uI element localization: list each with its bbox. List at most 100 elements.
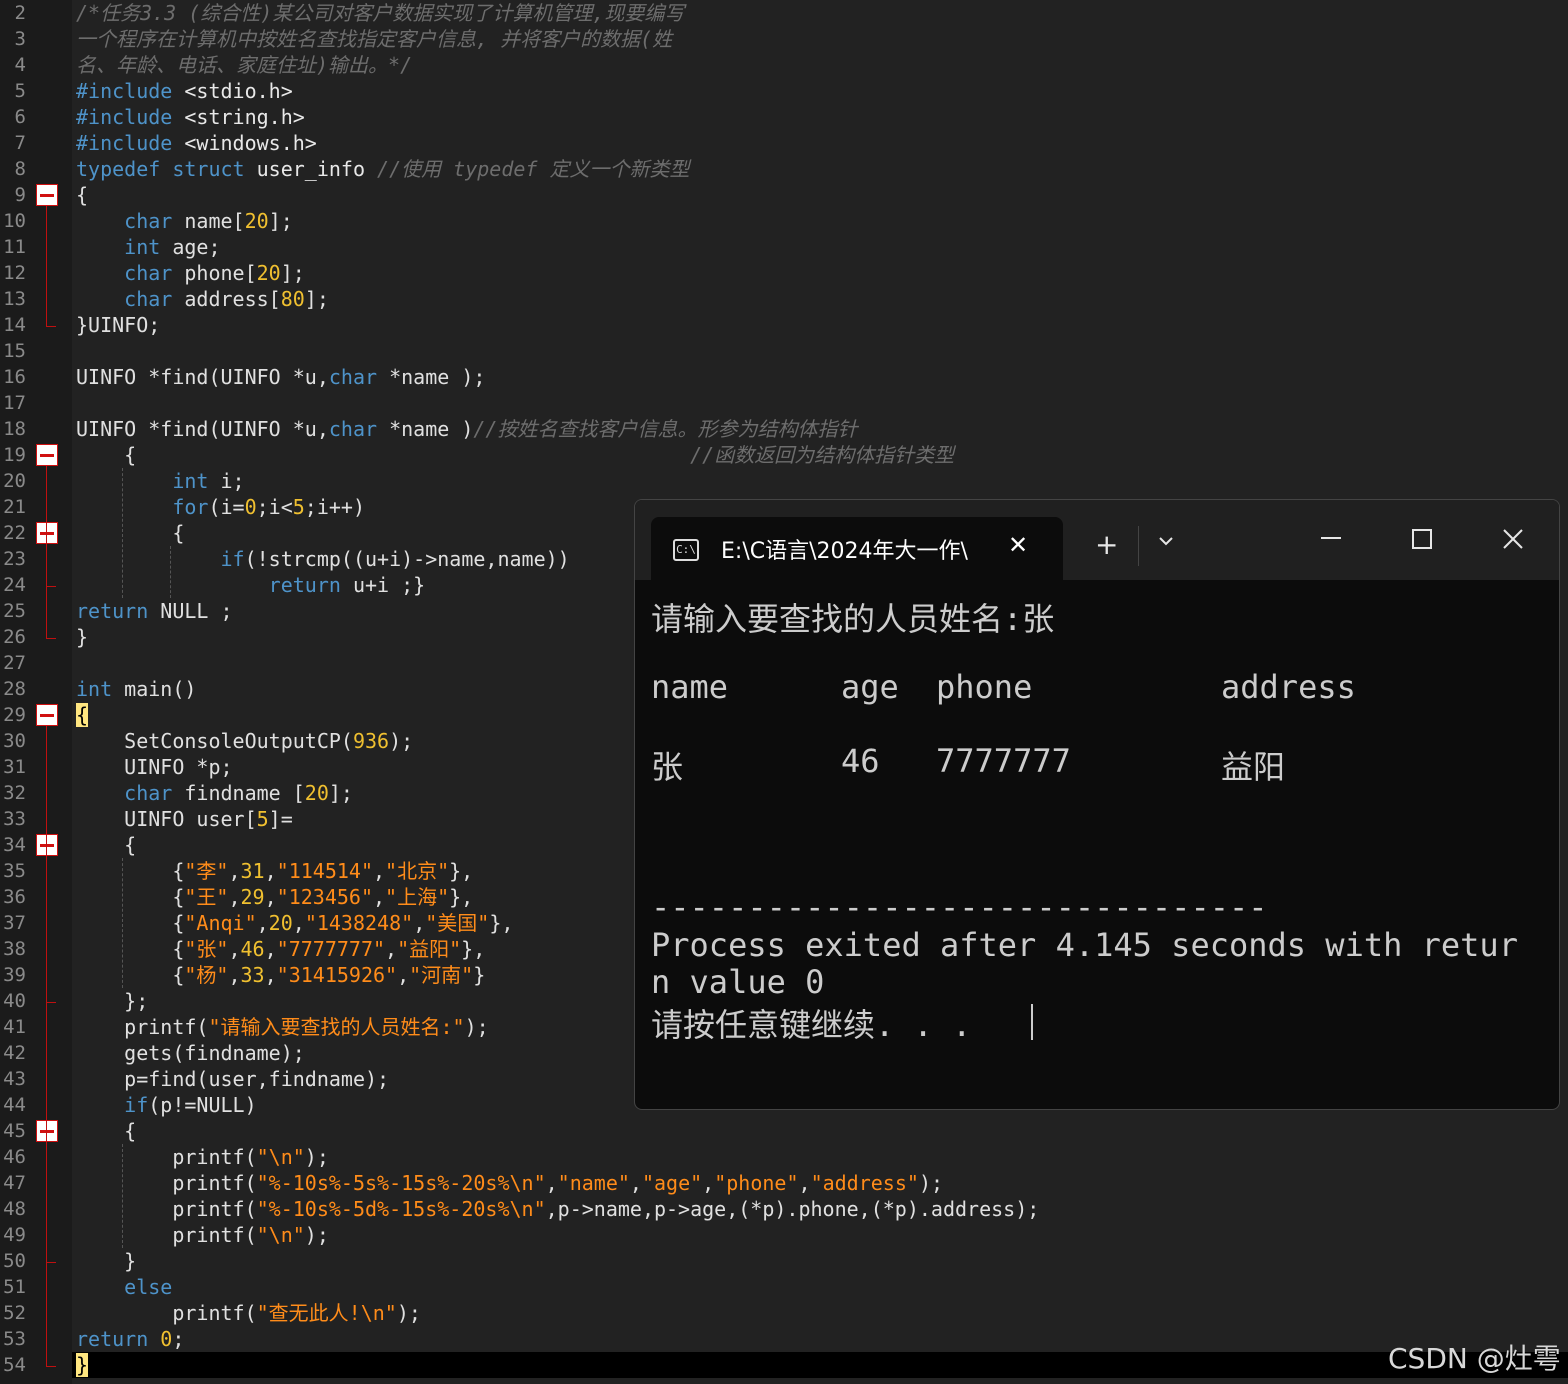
code-line-36: {"王",29,"123456","上海"}, [76,885,474,909]
line-number: 27 [3,652,26,674]
row-name: 张 [651,748,684,786]
line-number: 26 [3,626,26,648]
code-line-33: UINFO user[5]= [76,807,293,831]
code-line-11: int age; [76,235,221,259]
line-number: 3 [14,28,26,50]
code-line-49: printf("\n"); [76,1223,329,1247]
line-number: 42 [3,1042,26,1064]
line-number: 16 [3,366,26,388]
line-number: 20 [3,470,26,492]
code-line-39: {"杨",33,"31415926","河南"} [76,963,486,987]
code-line-51: else [76,1275,173,1299]
code-line-25: return NULL ; [76,599,233,623]
code-line-14: }UINFO; [76,313,161,337]
code-line-18: UINFO *find(UINFO *u,char *name )//按姓名查找… [76,417,858,441]
line-number: 8 [14,158,26,180]
line-number: 2 [14,2,26,24]
header-name: name [651,668,729,706]
header-address: address [1221,668,1356,706]
maximize-button[interactable] [1411,528,1433,554]
fold-range-line [46,856,47,1002]
line-number: 21 [3,496,26,518]
terminal-tab[interactable]: C:\ E:\C语言\2024年大一作\ ✕ [651,517,1063,580]
code-line-3: 一个程序在计算机中按姓名查找指定客户信息, 并将客户的数据(姓 [76,27,673,51]
prompt-line: 请输入要查找的人员姓名:张 [651,600,1055,638]
line-number: 24 [3,574,26,596]
fold-collapse-icon[interactable] [36,184,58,206]
line-number: 37 [3,912,26,934]
fold-end-mark [46,638,56,639]
minimize-button[interactable] [1319,524,1343,552]
editor-gutter: 2 3 4 5 6 7 8 9 10 11 12 13 14 15 16 17 18 19 20 21 22 23 24 25… [0,0,72,1384]
divider [1138,526,1139,566]
row-age: 46 [841,742,880,780]
line-number: 18 [3,418,26,440]
line-number: 41 [3,1016,26,1038]
code-line-8: typedef struct user_info //使用 typedef 定义… [76,157,690,181]
code-line-40: }; [76,989,149,1013]
line-number: 5 [14,80,26,102]
terminal-icon: C:\ [673,539,699,561]
code-line-12: char phone[20]; [76,261,305,285]
code-line-43: p=find(user,findname); [76,1067,390,1091]
line-number: 14 [3,314,26,336]
line-number: 28 [3,678,26,700]
code-line-10: char name[20]; [76,209,293,233]
code-line-34: { [76,833,137,857]
current-line-highlight: } [72,1352,1568,1378]
code-line-46: printf("\n"); [76,1145,329,1169]
code-line-45: { [76,1119,137,1143]
code-line-31: UINFO *p; [76,755,233,779]
line-number: 40 [3,990,26,1012]
line-number: 25 [3,600,26,622]
fold-end-mark [46,586,56,587]
code-line-20: int i; [76,469,245,493]
line-number: 48 [3,1198,26,1220]
fold-collapse-icon[interactable] [36,522,58,544]
code-line-7: #include <windows.h> [76,131,317,155]
line-number: 35 [3,860,26,882]
header-phone: phone [936,668,1033,706]
console-window[interactable]: C:\ E:\C语言\2024年大一作\ ✕ + 请输入要查找的人员姓名:张 n… [634,499,1560,1110]
text-cursor [1031,1004,1033,1040]
line-number: 54 [3,1354,26,1376]
line-number: 38 [3,938,26,960]
code-line-52: printf("查无此人!\n"); [76,1301,421,1325]
continue-prompt: 请按任意键继续. . . [651,1006,972,1044]
code-line-21: for(i=0;i<5;i++) [76,495,366,519]
line-number: 12 [3,262,26,284]
fold-collapse-icon[interactable] [36,704,58,726]
close-window-button[interactable] [1501,527,1525,555]
code-line-19: { //函数返回为结构体指针类型 [76,443,955,467]
code-line-44: if(p!=NULL) [76,1093,257,1117]
line-number: 4 [14,54,26,76]
fold-collapse-icon[interactable] [36,444,58,466]
code-line-29: { [76,703,89,727]
line-number: 13 [3,288,26,310]
fold-end-mark [46,1262,56,1263]
fold-end-mark [46,1002,56,1003]
line-number: 29 [3,704,26,726]
line-number: 31 [3,756,26,778]
line-number: 34 [3,834,26,856]
fold-collapse-icon[interactable] [36,834,58,856]
code-line-38: {"张",46,"7777777","益阳"}, [76,937,486,961]
code-line-54: } [76,1353,89,1377]
line-number: 15 [3,340,26,362]
line-number: 49 [3,1224,26,1246]
title-bar[interactable]: C:\ E:\C语言\2024年大一作\ ✕ + [635,500,1559,580]
fold-collapse-icon[interactable] [36,1120,58,1142]
code-line-48: printf("%-10s%-5d%-15s%-20s%\n",p->name,… [76,1197,1040,1221]
close-tab-icon[interactable]: ✕ [1008,531,1028,559]
fold-end-mark [46,1366,56,1367]
code-line-24: return u+i ;} [76,573,426,597]
chevron-down-icon[interactable] [1155,530,1177,556]
code-line-6: #include <string.h> [76,105,305,129]
line-number: 11 [3,236,26,258]
code-line-4: 名、年龄、电话、家庭住址)输出。*/ [76,53,413,77]
fold-range-line [46,726,47,1366]
new-tab-button[interactable]: + [1095,528,1118,561]
line-number: 46 [3,1146,26,1168]
line-number: 53 [3,1328,26,1350]
line-number: 39 [3,964,26,986]
